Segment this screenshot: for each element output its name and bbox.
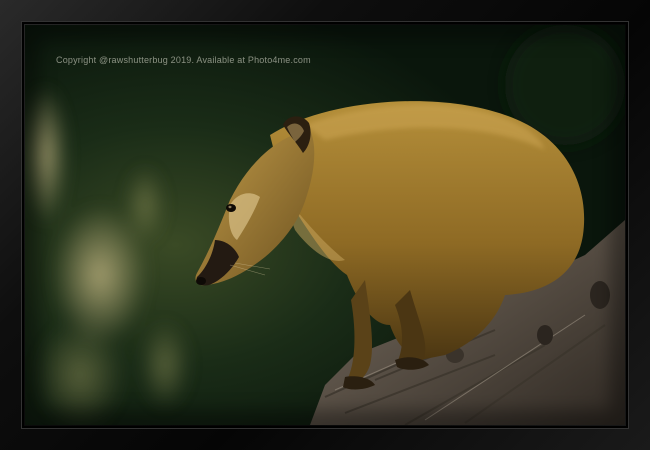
photo-illustration — [25, 25, 625, 425]
copyright-watermark: Copyright @rawshutterbug 2019. Available… — [56, 55, 311, 65]
coati-photo: Copyright @rawshutterbug 2019. Available… — [25, 25, 625, 425]
